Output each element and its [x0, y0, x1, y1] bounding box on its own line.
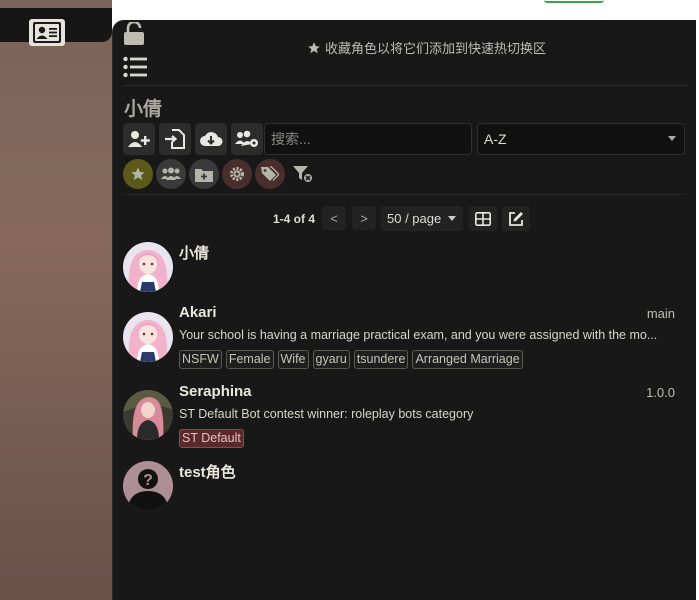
character-description: ST Default Bot contest winner: roleplay …: [179, 407, 474, 421]
list-item[interactable]: 小倩: [123, 242, 687, 302]
import-file-button[interactable]: [159, 123, 191, 155]
avatar: ?: [123, 461, 173, 511]
divider: [123, 85, 687, 86]
users-icon: [161, 167, 181, 180]
next-page-button[interactable]: >: [352, 206, 376, 230]
chevron-down-icon: [448, 216, 456, 221]
character-search-input[interactable]: [264, 123, 472, 155]
character-description: Your school is having a marriage practic…: [179, 328, 658, 342]
avatar: [123, 312, 173, 362]
page-size-value: 50 / page: [387, 211, 442, 226]
prev-page-button[interactable]: <: [322, 206, 346, 230]
tags-icon: [261, 166, 279, 181]
tag[interactable]: tsundere: [353, 350, 409, 369]
sort-order-select[interactable]: A-Z: [477, 123, 685, 155]
unlock-icon[interactable]: [123, 22, 145, 46]
avatar: [123, 390, 173, 440]
tag[interactable]: Arranged Marriage: [412, 350, 523, 369]
folder-filter-button[interactable]: [189, 159, 219, 189]
cloud-download-icon: [200, 132, 223, 146]
status-indicator: [544, 0, 604, 3]
avatar: [123, 242, 173, 292]
folder-plus-icon: [195, 168, 213, 182]
list-item[interactable]: ? test角色: [123, 461, 687, 521]
list-item[interactable]: Akari main Your school is having a marri…: [123, 304, 687, 376]
page-size-select[interactable]: 50 / page: [381, 206, 463, 231]
download-external-button[interactable]: [195, 123, 227, 155]
tag[interactable]: NSFW: [179, 350, 222, 369]
user-plus-icon: [128, 131, 150, 147]
tag[interactable]: gyaru: [312, 350, 350, 369]
clear-filters-button[interactable]: [288, 159, 318, 189]
gear-icon: [230, 167, 244, 181]
filter-clear-icon: [293, 166, 312, 182]
create-group-button[interactable]: [231, 123, 263, 155]
tags-filter-button[interactable]: [255, 159, 285, 189]
groups-filter-button[interactable]: [156, 159, 186, 189]
character-name: Seraphina: [179, 383, 252, 400]
bulk-edit-button[interactable]: [502, 206, 530, 231]
page-info: 1-4 of 4: [273, 212, 316, 226]
pagination: 1-4 of 4 < > 50 / page: [113, 206, 697, 232]
favorites-filter-button[interactable]: [123, 159, 153, 189]
hotswap-hint: 收藏角色以将它们添加到快速热切换区: [307, 38, 546, 57]
hotswap-hint-text: 收藏角色以将它们添加到快速热切换区: [325, 41, 547, 56]
create-character-button[interactable]: [123, 123, 155, 155]
character-name: 小倩: [179, 245, 210, 262]
top-bar-left: [0, 8, 112, 46]
tag[interactable]: Wife: [277, 350, 309, 369]
grid-view-button[interactable]: [469, 206, 497, 231]
svg-text:?: ?: [143, 472, 153, 489]
star-icon: [308, 41, 320, 53]
chevron-down-icon: [668, 136, 676, 141]
selected-character-title: 小倩: [124, 99, 163, 120]
users-gear-icon: [235, 130, 258, 147]
sort-order-value: A-Z: [484, 131, 507, 147]
grid-icon: [475, 211, 491, 226]
list-icon[interactable]: [123, 56, 147, 78]
tag-list: ST Default: [179, 429, 244, 448]
character-version: main: [646, 306, 675, 321]
character-name: Akari: [179, 304, 217, 321]
tag[interactable]: ST Default: [179, 429, 244, 448]
character-name: test角色: [179, 464, 236, 481]
character-panel: 收藏角色以将它们添加到快速热切换区 小倩 搜索... A-Z 1-4 of 4 …: [112, 20, 696, 600]
background-image: [0, 0, 112, 600]
divider: [123, 194, 687, 195]
list-item[interactable]: Seraphina 1.0.0 ST Default Bot contest w…: [123, 383, 687, 455]
tag-list: NSFW Female Wife gyaru tsundere Arranged…: [179, 350, 523, 369]
tag[interactable]: Female: [225, 350, 274, 369]
file-import-icon: [165, 129, 185, 149]
edit-icon: [509, 211, 523, 226]
star-icon: [131, 167, 145, 180]
settings-filter-button[interactable]: [222, 159, 252, 189]
character-card-icon: [33, 22, 61, 43]
character-version: 1.0.0: [646, 385, 675, 400]
character-card-button[interactable]: [29, 19, 65, 46]
